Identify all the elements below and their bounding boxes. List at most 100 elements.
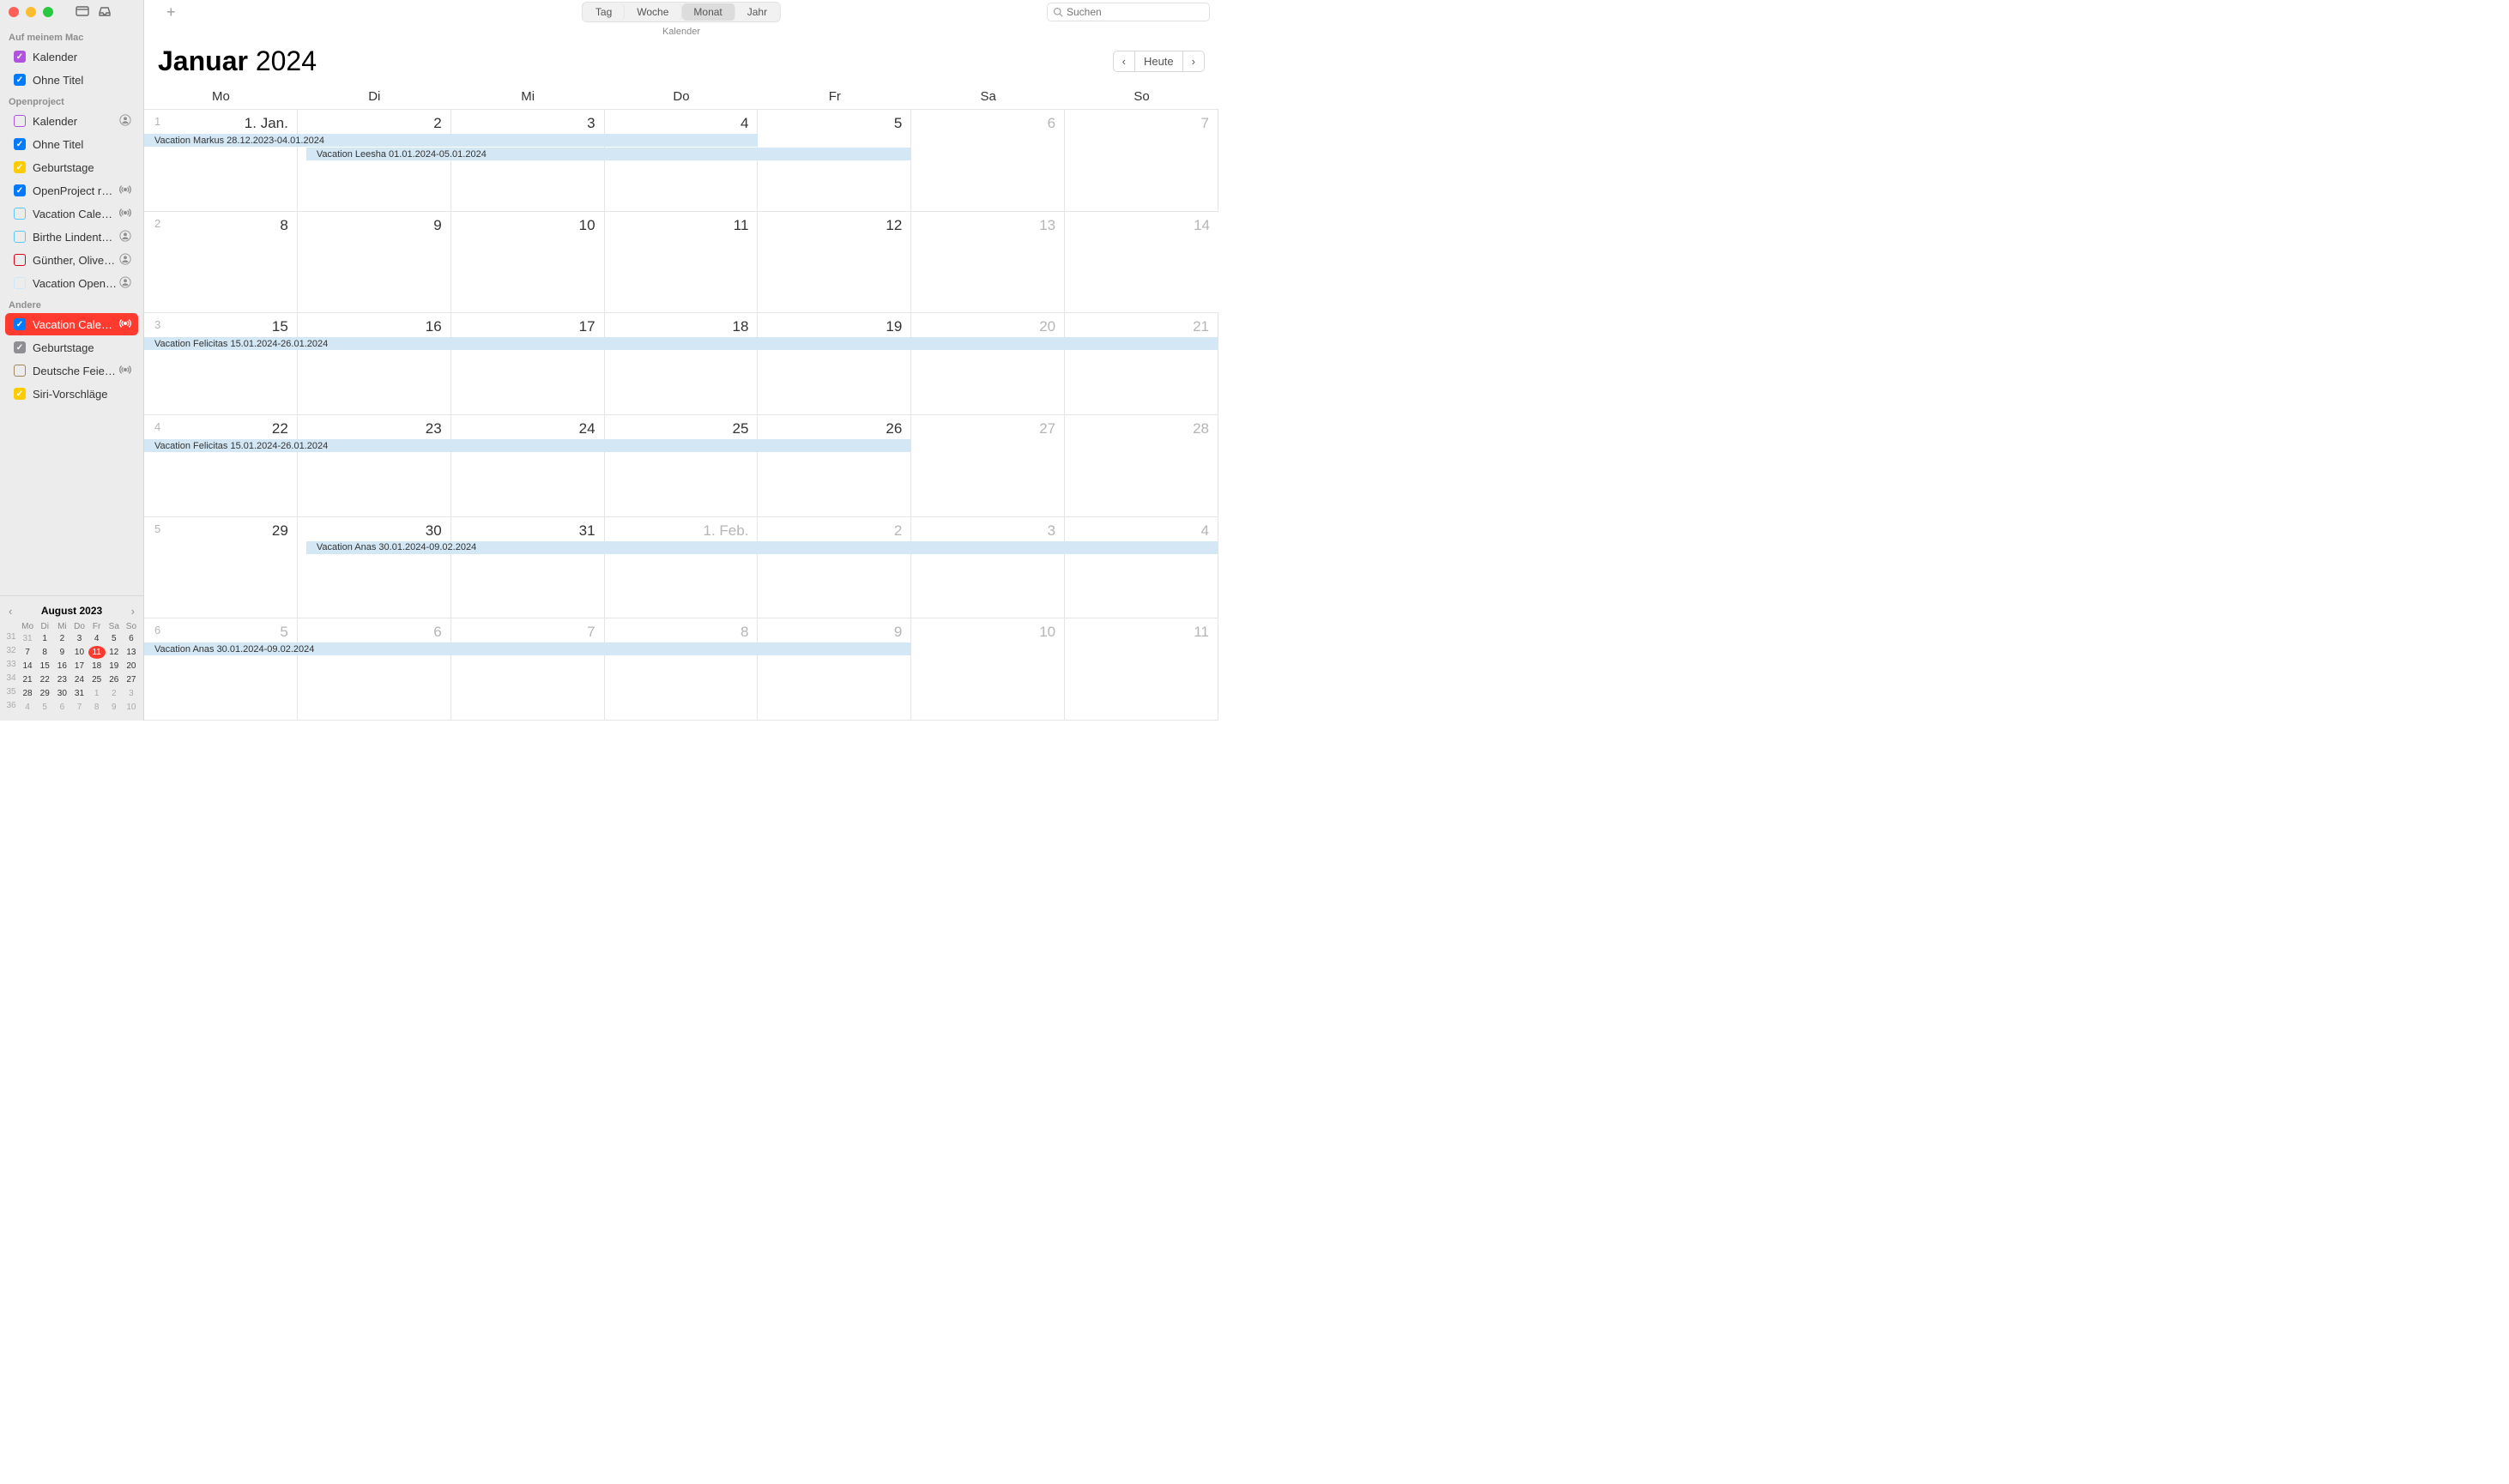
new-event-button[interactable]: + <box>166 3 176 21</box>
day-cell[interactable]: 19 <box>758 313 911 414</box>
day-cell[interactable]: 1. Feb. <box>605 517 759 618</box>
day-cell[interactable]: 18 <box>605 313 759 414</box>
mini-cal-day[interactable]: 16 <box>53 660 70 673</box>
view-month-button[interactable]: Monat <box>681 3 735 21</box>
mini-cal-day[interactable]: 30 <box>53 687 70 700</box>
day-cell[interactable]: 12 <box>758 212 911 313</box>
day-cell[interactable]: 11. Jan. <box>144 110 298 211</box>
calendar-list-toggle-icon[interactable] <box>76 4 89 21</box>
calendar-checkbox[interactable] <box>14 318 26 330</box>
day-cell[interactable]: 14 <box>1065 212 1218 313</box>
day-cell[interactable]: 2 <box>758 517 911 618</box>
mini-cal-day[interactable]: 1 <box>36 632 53 645</box>
day-cell[interactable]: 7 <box>1065 110 1218 211</box>
calendar-item[interactable]: Ohne Titel <box>5 133 138 155</box>
mini-cal-day[interactable]: 3 <box>123 687 140 700</box>
day-cell[interactable]: 17 <box>451 313 605 414</box>
day-cell[interactable]: 26 <box>758 415 911 516</box>
calendar-grid[interactable]: 11. Jan.234567Vacation Markus 28.12.2023… <box>144 109 1218 721</box>
mini-cal-day[interactable]: 11 <box>88 646 106 659</box>
day-cell[interactable]: 7 <box>451 618 605 720</box>
mini-cal-day[interactable]: 4 <box>19 701 36 714</box>
calendar-item[interactable]: Kalender <box>5 110 138 132</box>
mini-cal-day[interactable]: 8 <box>36 646 53 659</box>
day-cell[interactable]: 13 <box>911 212 1065 313</box>
mini-cal-day[interactable]: 15 <box>36 660 53 673</box>
calendar-event[interactable]: Vacation Anas 30.01.2024-09.02.2024 <box>144 642 911 655</box>
mini-cal-day[interactable]: 4 <box>88 632 106 645</box>
calendar-event[interactable]: Vacation Markus 28.12.2023-04.01.2024 <box>144 134 758 147</box>
calendar-item[interactable]: Vacation Cale… <box>5 202 138 225</box>
calendar-event[interactable]: Vacation Anas 30.01.2024-09.02.2024 <box>306 541 1218 554</box>
calendar-item[interactable]: Vacation Open… <box>5 272 138 294</box>
mini-cal-day[interactable]: 26 <box>106 673 123 686</box>
calendar-event[interactable]: Vacation Leesha 01.01.2024-05.01.2024 <box>306 148 911 160</box>
mini-cal-day[interactable]: 2 <box>106 687 123 700</box>
mini-cal-day[interactable]: 22 <box>36 673 53 686</box>
day-cell[interactable]: 11 <box>1065 618 1218 720</box>
day-cell[interactable]: 422 <box>144 415 298 516</box>
day-cell[interactable]: 6 <box>298 618 451 720</box>
calendar-checkbox[interactable] <box>14 388 26 400</box>
day-cell[interactable]: 28 <box>144 212 298 313</box>
calendar-item[interactable]: Deutsche Feie… <box>5 359 138 382</box>
day-cell[interactable]: 529 <box>144 517 298 618</box>
day-cell[interactable]: 10 <box>451 212 605 313</box>
calendar-checkbox[interactable] <box>14 184 26 196</box>
day-cell[interactable]: 20 <box>911 313 1065 414</box>
calendar-item[interactable]: Geburtstage <box>5 156 138 178</box>
calendar-checkbox[interactable] <box>14 277 26 289</box>
calendar-list[interactable]: Auf meinem MacKalenderOhne TitelOpenproj… <box>0 24 143 595</box>
day-cell[interactable]: 16 <box>298 313 451 414</box>
calendar-item[interactable]: Birthe Lindent… <box>5 226 138 248</box>
day-cell[interactable]: 31 <box>451 517 605 618</box>
mini-cal-day[interactable]: 28 <box>19 687 36 700</box>
calendar-item[interactable]: Kalender <box>5 45 138 68</box>
day-cell[interactable]: 30 <box>298 517 451 618</box>
day-cell[interactable]: 6 <box>911 110 1065 211</box>
calendar-checkbox[interactable] <box>14 138 26 150</box>
view-day-button[interactable]: Tag <box>583 3 625 21</box>
inbox-icon[interactable] <box>98 4 112 21</box>
mini-cal-day[interactable]: 10 <box>70 646 88 659</box>
mini-cal-day[interactable]: 6 <box>123 632 140 645</box>
search-input[interactable] <box>1067 6 1204 18</box>
day-cell[interactable]: 24 <box>451 415 605 516</box>
mini-cal-day[interactable]: 10 <box>123 701 140 714</box>
mini-cal-day[interactable]: 24 <box>70 673 88 686</box>
calendar-checkbox[interactable] <box>14 254 26 266</box>
zoom-window-button[interactable] <box>43 7 53 17</box>
view-year-button[interactable]: Jahr <box>735 3 779 21</box>
calendar-checkbox[interactable] <box>14 341 26 353</box>
calendar-checkbox[interactable] <box>14 208 26 220</box>
calendar-event[interactable]: Vacation Felicitas 15.01.2024-26.01.2024 <box>144 439 911 452</box>
mini-cal-next-button[interactable]: › <box>131 605 135 618</box>
calendar-item[interactable]: Vacation Cale… <box>5 313 138 335</box>
day-cell[interactable]: 21 <box>1065 313 1218 414</box>
mini-cal-day[interactable]: 2 <box>53 632 70 645</box>
day-cell[interactable]: 25 <box>605 415 759 516</box>
mini-cal-day[interactable]: 7 <box>70 701 88 714</box>
mini-cal-day[interactable]: 31 <box>70 687 88 700</box>
day-cell[interactable]: 27 <box>911 415 1065 516</box>
mini-cal-day[interactable]: 21 <box>19 673 36 686</box>
mini-cal-grid[interactable]: MoDiMiDoFrSaSo31311234563278910111213331… <box>3 622 140 714</box>
calendar-item[interactable]: Günther, Olive… <box>5 249 138 271</box>
mini-cal-day[interactable]: 18 <box>88 660 106 673</box>
calendar-checkbox[interactable] <box>14 74 26 86</box>
calendar-checkbox[interactable] <box>14 51 26 63</box>
mini-cal-day[interactable]: 8 <box>88 701 106 714</box>
mini-cal-day[interactable]: 13 <box>123 646 140 659</box>
calendar-item[interactable]: Geburtstage <box>5 336 138 359</box>
calendar-checkbox[interactable] <box>14 365 26 377</box>
day-cell[interactable]: 3 <box>911 517 1065 618</box>
day-cell[interactable]: 65 <box>144 618 298 720</box>
calendar-item[interactable]: Ohne Titel <box>5 69 138 91</box>
prev-month-button[interactable]: ‹ <box>1114 51 1135 71</box>
mini-cal-day[interactable]: 25 <box>88 673 106 686</box>
calendar-checkbox[interactable] <box>14 161 26 173</box>
day-cell[interactable]: 11 <box>605 212 759 313</box>
day-cell[interactable]: 28 <box>1065 415 1218 516</box>
mini-cal-prev-button[interactable]: ‹ <box>9 605 12 618</box>
mini-cal-day[interactable]: 27 <box>123 673 140 686</box>
